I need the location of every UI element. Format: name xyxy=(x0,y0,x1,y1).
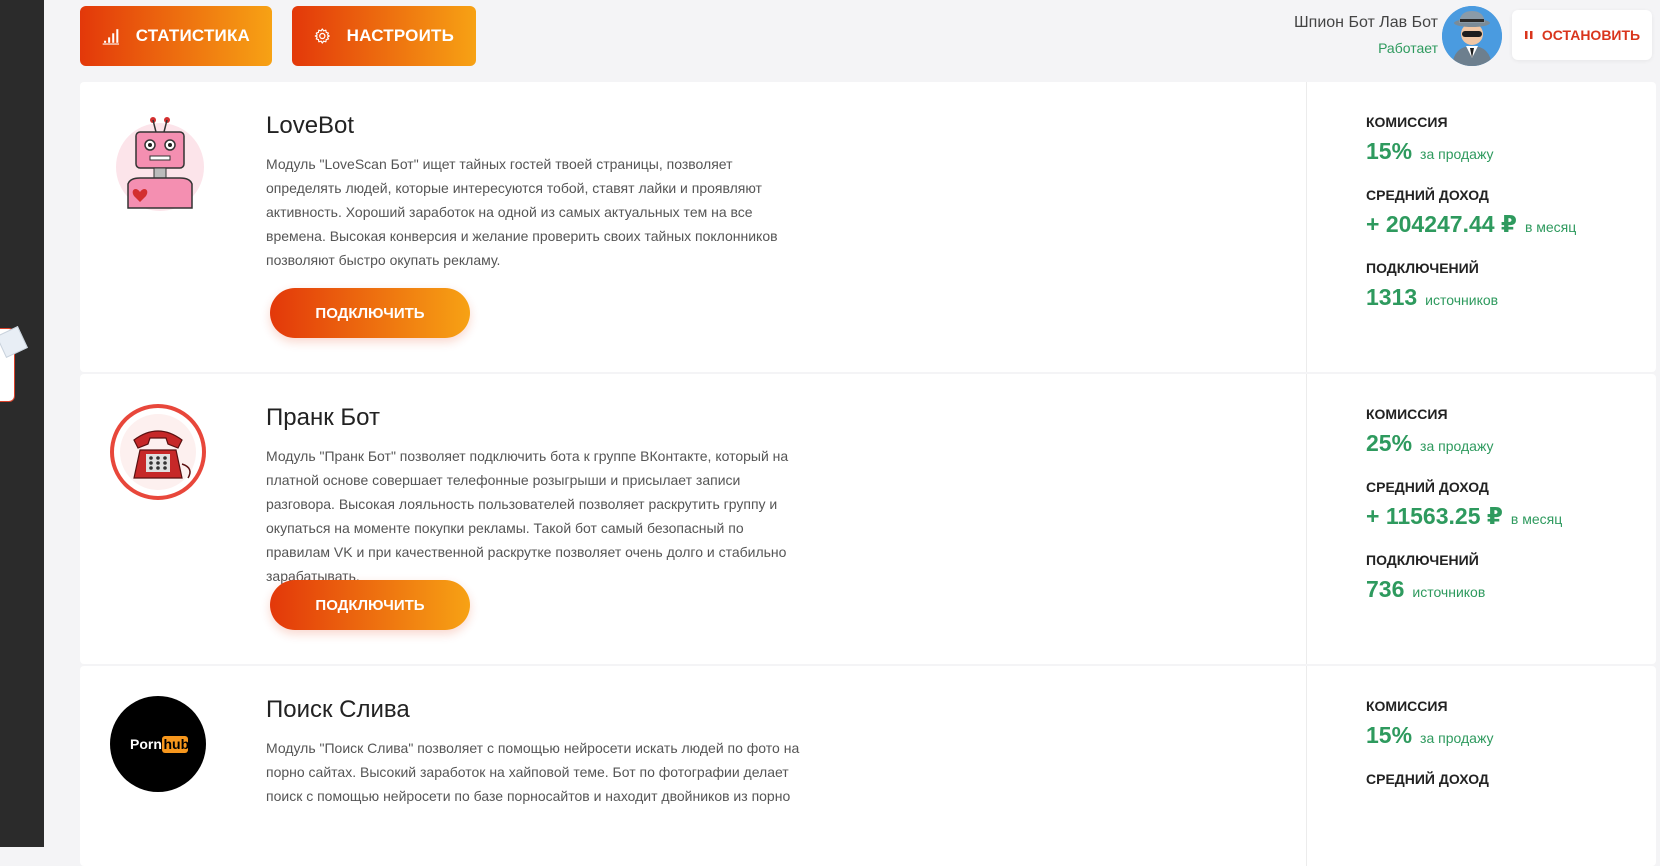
pause-icon xyxy=(1524,31,1533,39)
income-value: + 11563.25 ₽ xyxy=(1366,503,1503,529)
income-label: СРЕДНИЙ ДОХОД xyxy=(1366,479,1489,495)
module-logo: Porn hub xyxy=(108,694,208,794)
module-title: LoveBot xyxy=(266,112,355,139)
stop-label: ОСТАНОВИТЬ xyxy=(1541,27,1641,43)
module-description: Модуль "Пранк Бот" позволяет подключить … xyxy=(266,448,789,584)
connections-label: ПОДКЛЮЧЕНИЙ xyxy=(1366,552,1479,568)
income-unit: в месяц xyxy=(1524,219,1577,235)
connect-button[interactable]: ПОДКЛЮЧИТЬ xyxy=(270,288,470,338)
module-card-leak-search: Porn hub Поиск Слива Модуль "Поиск Слива… xyxy=(80,666,1656,866)
main-content: СТАТИСТИКА НАСТРОИТЬ Шпион Бот Лав Бот Р… xyxy=(44,0,1660,866)
commission-value: 15% xyxy=(1366,138,1413,164)
income-label: СРЕДНИЙ ДОХОД xyxy=(1366,187,1489,203)
module-stats: КОМИССИЯ 15% за продажу СРЕДНИЙ ДОХОД xyxy=(1366,698,1493,787)
card-divider xyxy=(1306,666,1307,866)
connections-label: ПОДКЛЮЧЕНИЙ xyxy=(1366,260,1479,276)
commission-unit: за продажу xyxy=(1420,146,1494,162)
commission-label: КОМИССИЯ xyxy=(1366,698,1448,714)
bot-name: Шпион Бот Лав Бот xyxy=(1294,14,1438,31)
bar-chart-icon xyxy=(102,29,120,45)
commission-unit: за продажу xyxy=(1420,438,1494,454)
connections-value: 1313 xyxy=(1366,284,1418,310)
module-card-lovebot: LoveBot Модуль "LoveScan Бот" ищет тайны… xyxy=(80,82,1656,372)
connections-value: 736 xyxy=(1366,576,1405,602)
left-rail xyxy=(0,0,44,847)
connect-button[interactable]: ПОДКЛЮЧИТЬ xyxy=(270,580,470,630)
income-value: + 204247.44 ₽ xyxy=(1366,211,1517,237)
stop-button[interactable]: ОСТАНОВИТЬ xyxy=(1512,10,1652,60)
commission-value: 15% xyxy=(1366,722,1413,748)
module-description: Модуль "Поиск Слива" позволяет с помощью… xyxy=(266,740,800,804)
commission-label: КОМИССИЯ xyxy=(1366,114,1448,130)
card-divider xyxy=(1306,374,1307,664)
module-description: Модуль "LoveScan Бот" ищет тайных гостей… xyxy=(266,156,778,268)
statistics-button[interactable]: СТАТИСТИКА xyxy=(80,6,272,66)
card-divider xyxy=(1306,82,1307,372)
statistics-label: СТАТИСТИКА xyxy=(135,26,250,45)
logo-text-porn: Porn xyxy=(130,736,162,752)
settings-label: НАСТРОИТЬ xyxy=(346,26,454,45)
spy-avatar-icon xyxy=(1442,6,1502,66)
bot-status: Работает xyxy=(1378,40,1438,56)
connections-unit: источников xyxy=(1412,584,1486,600)
module-stats: КОМИССИЯ 25% за продажу СРЕДНИЙ ДОХОД + … xyxy=(1366,406,1562,625)
connections-unit: источников xyxy=(1425,292,1499,308)
module-title: Пранк Бот xyxy=(266,404,380,431)
logo-text-hub: hub xyxy=(164,736,190,752)
income-unit: в месяц xyxy=(1510,511,1563,527)
commission-value: 25% xyxy=(1366,430,1413,456)
income-label: СРЕДНИЙ ДОХОД xyxy=(1366,771,1489,787)
module-stats: КОМИССИЯ 15% за продажу СРЕДНИЙ ДОХОД + … xyxy=(1366,114,1576,333)
commission-label: КОМИССИЯ xyxy=(1366,406,1448,422)
module-card-prank-bot: Пранк Бот Модуль "Пранк Бот" позволяет п… xyxy=(80,374,1656,664)
bot-info: Шпион Бот Лав Бот Работает xyxy=(1294,14,1438,56)
gear-icon xyxy=(314,28,330,44)
spy-avatar[interactable] xyxy=(1442,6,1502,66)
robot-icon xyxy=(110,112,210,212)
module-title: Поиск Слива xyxy=(266,696,410,723)
top-bar: СТАТИСТИКА НАСТРОИТЬ Шпион Бот Лав Бот Р… xyxy=(44,0,1660,78)
telephone-icon xyxy=(108,404,208,504)
commission-unit: за продажу xyxy=(1420,730,1494,746)
settings-button[interactable]: НАСТРОИТЬ xyxy=(292,6,476,66)
